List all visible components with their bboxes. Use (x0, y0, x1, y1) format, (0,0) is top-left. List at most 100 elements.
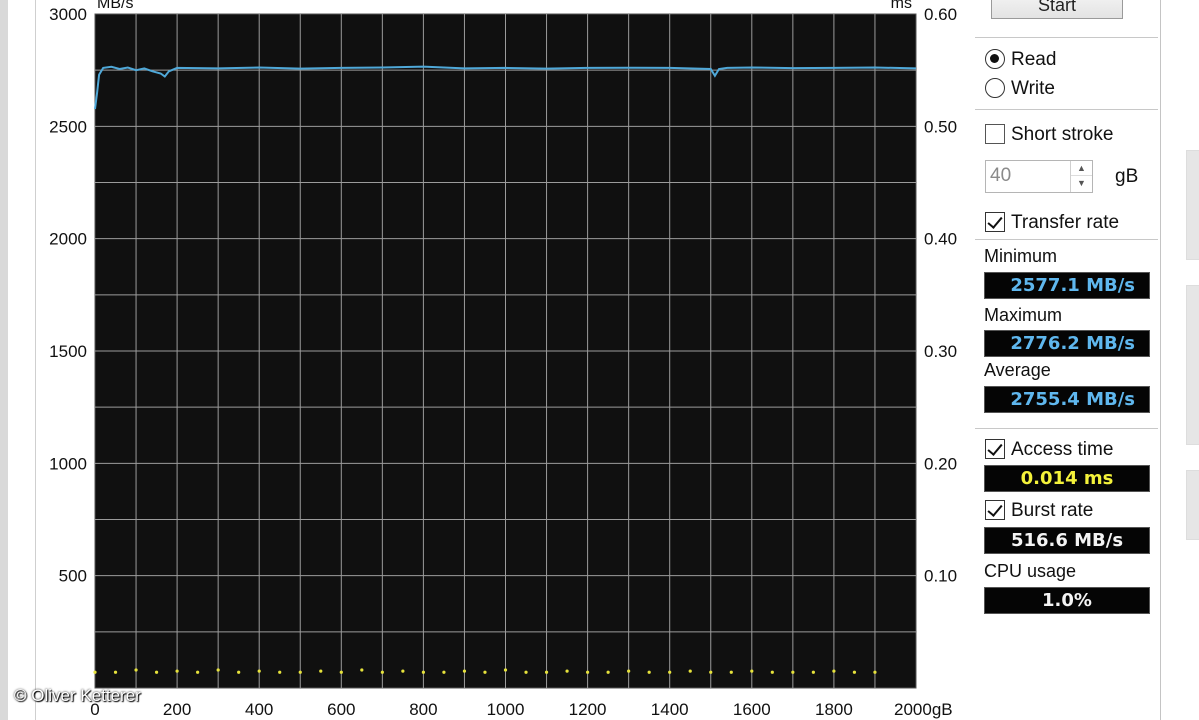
read-radio[interactable]: Read (985, 47, 1056, 73)
access-time-point (237, 670, 241, 674)
y-tick-label: 2500 (49, 117, 87, 136)
write-radio[interactable]: Write (985, 76, 1055, 102)
start-button[interactable]: Start (991, 0, 1123, 19)
access-time-point (627, 669, 631, 673)
short-stroke-unit: gB (1115, 166, 1139, 187)
cpu-usage-label: CPU usage (984, 561, 1077, 581)
access-time-point (503, 668, 508, 672)
x-tick-label: 400 (245, 700, 273, 719)
x-tick-label: 1400 (651, 700, 689, 719)
x-tick-label: 600 (327, 700, 355, 719)
separator (975, 428, 1158, 429)
transfer-rate-label: Transfer rate (1011, 212, 1120, 233)
short-stroke-spinner[interactable]: 40 ▲ ▼ (985, 160, 1093, 193)
maximum-readout: 2776.2 MB/s (984, 330, 1150, 357)
adjacent-window-panel (1186, 470, 1199, 540)
burst-rate-box[interactable] (985, 500, 1005, 520)
access-time-point (134, 668, 138, 672)
x-tick-label: 800 (409, 700, 437, 719)
y-tick-label: 500 (59, 567, 87, 586)
read-radio-circle[interactable] (985, 49, 1005, 69)
access-time-point (93, 670, 97, 674)
spinner-buttons: ▲ ▼ (1070, 161, 1092, 192)
minimum-readout: 2577.1 MB/s (984, 272, 1150, 299)
access-time-point (339, 670, 343, 674)
minimum-label: Minimum (984, 246, 1058, 266)
access-time-point (647, 670, 651, 674)
access-time-point (750, 669, 754, 673)
y2-tick-label: 0.30 (924, 342, 957, 361)
short-stroke-label: Short stroke (1011, 124, 1114, 145)
adjacent-window-panel (1186, 285, 1199, 445)
y2-tick-label: 0.60 (924, 5, 957, 24)
spinner-up-icon[interactable]: ▲ (1071, 161, 1092, 176)
x-tick-label: 200 (163, 700, 191, 719)
y-axis-ticks: 3000 2500 2000 1500 1000 500 (49, 5, 87, 586)
access-time-point (257, 669, 261, 673)
x-tick-label: 1000 (487, 700, 525, 719)
access-time-point (586, 670, 590, 674)
access-time-point (709, 670, 713, 674)
adjacent-window-edge (1160, 0, 1199, 720)
y2-tick-label: 0.20 (924, 454, 957, 473)
access-time-point (832, 669, 836, 673)
access-time-point (668, 670, 672, 674)
y-tick-label: 1000 (49, 454, 87, 473)
y-tick-label: 2000 (49, 230, 87, 249)
access-time-point (113, 670, 118, 674)
write-radio-circle[interactable] (985, 78, 1005, 98)
access-time-box[interactable] (985, 439, 1005, 459)
separator (975, 37, 1158, 38)
access-time-point (544, 670, 549, 674)
access-time-point (319, 669, 323, 673)
short-stroke-value[interactable]: 40 (990, 165, 1011, 187)
y2-tick-label: 0.50 (924, 117, 957, 136)
y2-tick-label: 0.40 (924, 230, 957, 249)
access-time-point (606, 670, 610, 674)
copyright-watermark: © Oliver Ketterer (14, 686, 141, 705)
access-time-point (421, 670, 425, 674)
y2-tick-label: 0.10 (924, 567, 957, 586)
y-tick-label: 3000 (49, 5, 87, 24)
access-time-readout: 0.014 ms (984, 465, 1150, 492)
spinner-down-icon[interactable]: ▼ (1071, 176, 1092, 191)
access-time-point (175, 669, 179, 673)
access-time-point (442, 670, 446, 674)
x-tick-label: 1800 (815, 700, 853, 719)
access-time-point (154, 670, 159, 674)
separator (975, 109, 1158, 110)
burst-rate-label: Burst rate (1011, 500, 1094, 521)
access-time-point (688, 669, 692, 673)
burst-rate-checkbox[interactable]: Burst rate (985, 498, 1093, 524)
access-time-point (770, 670, 774, 674)
y-axis-unit: MB/s (97, 0, 133, 12)
burst-rate-readout: 516.6 MB/s (984, 527, 1150, 554)
access-time-point (852, 670, 857, 674)
access-time-point (524, 670, 528, 674)
cpu-usage-readout: 1.0% (984, 587, 1150, 614)
access-time-point (278, 670, 282, 674)
adjacent-window-panel (1186, 150, 1199, 260)
x-tick-label: 1200 (569, 700, 607, 719)
benchmark-chart: 3000 2500 2000 1500 1000 500 0.60 0.50 0.40 0.30… (49, 0, 957, 719)
settings-panel: Start Read Write Short stroke 40 ▲ ▼ gB … (975, 0, 1160, 720)
access-time-point (729, 670, 733, 674)
access-time-point (298, 670, 302, 674)
access-time-point (401, 669, 405, 673)
access-time-point (873, 670, 877, 674)
y2-axis-unit: ms (891, 0, 912, 12)
maximum-label: Maximum (984, 305, 1063, 325)
access-time-point (216, 668, 220, 672)
access-time-point (565, 669, 569, 673)
access-time-point (462, 669, 467, 673)
short-stroke-box[interactable] (985, 124, 1005, 144)
write-label: Write (1011, 78, 1055, 99)
transfer-rate-checkbox[interactable]: Transfer rate (985, 210, 1119, 236)
short-stroke-checkbox[interactable]: Short stroke (985, 122, 1113, 148)
transfer-rate-box[interactable] (985, 212, 1005, 232)
average-label: Average (984, 360, 1051, 380)
y2-axis-ticks: 0.60 0.50 0.40 0.30 0.20 0.10 (924, 5, 957, 586)
access-time-checkbox[interactable]: Access time (985, 437, 1113, 463)
x-axis-ticks: 0 200 400 600 800 1000 1200 1400 1600 1800 2000gB (90, 700, 952, 719)
access-time-point (811, 670, 815, 674)
